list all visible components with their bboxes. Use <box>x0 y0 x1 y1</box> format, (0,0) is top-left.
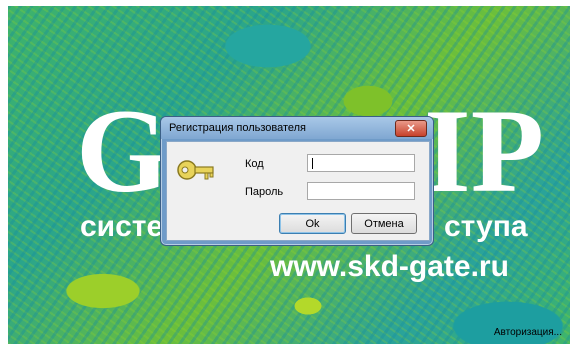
status-text: Авторизация... <box>493 327 562 338</box>
text-cursor <box>312 158 313 169</box>
code-label: Код <box>245 158 264 170</box>
tagline-left: систе <box>80 210 164 243</box>
dialog-body: Код Пароль Ok Отмена <box>166 141 430 241</box>
key-icon <box>177 160 214 180</box>
dialog-titlebar[interactable]: Регистрация пользователя <box>161 117 433 139</box>
ok-button[interactable]: Ok <box>279 213 346 234</box>
logo-letters-right: IP <box>424 84 544 217</box>
password-label: Пароль <box>245 186 284 198</box>
password-input[interactable] <box>307 182 415 200</box>
login-dialog: Регистрация пользователя ✕ Код Пароль Ok… <box>160 116 434 246</box>
website-text: www.skd-gate.ru <box>270 250 509 283</box>
dialog-title: Регистрация пользователя <box>169 122 307 134</box>
cancel-button[interactable]: Отмена <box>351 213 417 234</box>
tagline-right: ступа <box>444 210 528 243</box>
close-button[interactable]: ✕ <box>395 120 427 137</box>
close-icon: ✕ <box>406 123 416 135</box>
code-input[interactable] <box>307 154 415 172</box>
logo-letter-left: G <box>76 84 170 217</box>
